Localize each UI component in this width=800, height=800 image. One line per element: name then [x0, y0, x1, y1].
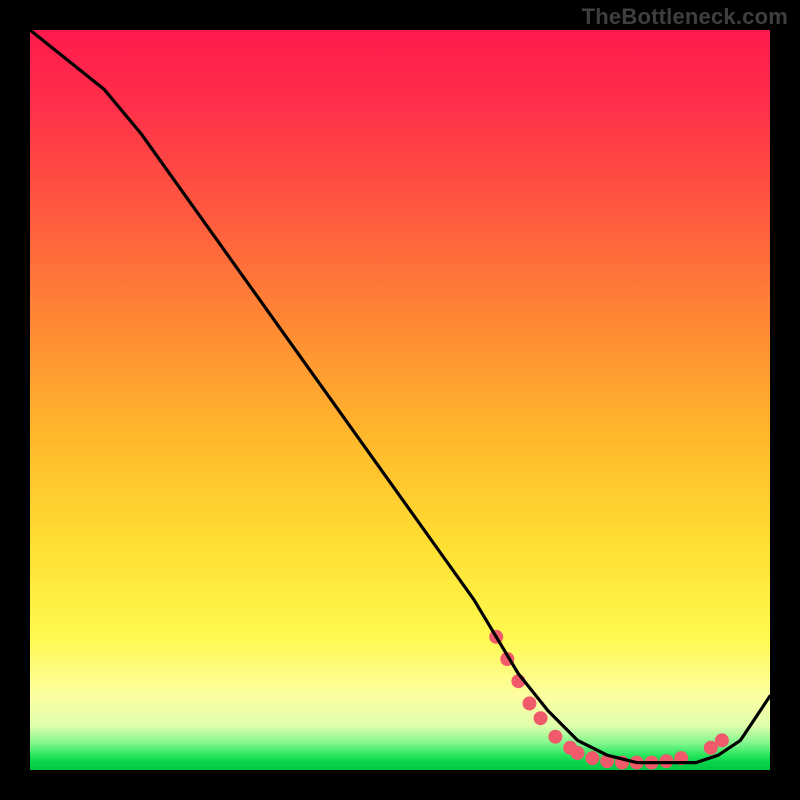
bottleneck-curve: [30, 30, 770, 763]
curve-marker: [585, 751, 599, 765]
curve-marker: [534, 711, 548, 725]
chart-svg: [30, 30, 770, 770]
plot-area: [30, 30, 770, 770]
curve-marker: [571, 746, 585, 760]
watermark-text: TheBottleneck.com: [582, 4, 788, 30]
curve-marker: [523, 696, 537, 710]
curve-marker: [548, 730, 562, 744]
marker-layer: [489, 630, 729, 770]
chart-frame: TheBottleneck.com: [0, 0, 800, 800]
curve-marker: [715, 733, 729, 747]
